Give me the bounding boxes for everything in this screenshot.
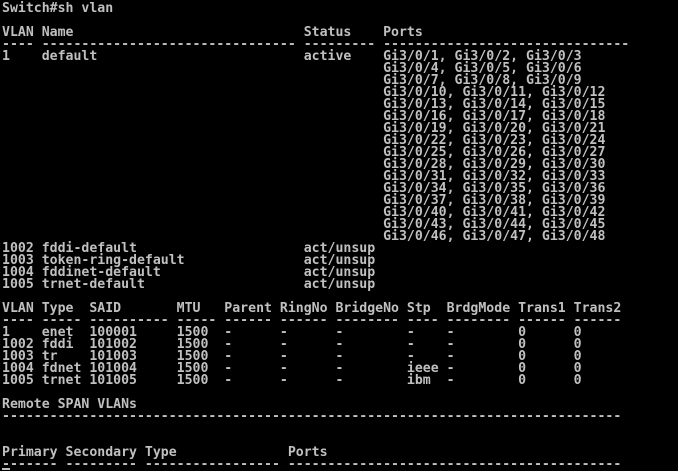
terminal-line: 1005 trnet 101005 1500 - - - ibm - 0 0 bbox=[2, 373, 582, 388]
terminal-line: ------- --------- ----------------- ----… bbox=[2, 457, 622, 471]
terminal-line: Switch#sh vlan bbox=[2, 1, 114, 16]
terminal-line: ----------------------------------------… bbox=[2, 409, 622, 424]
text-cursor bbox=[2, 468, 10, 470]
terminal-line: 1005 trnet-default act/unsup bbox=[2, 277, 376, 292]
terminal-window[interactable]: Switch#sh vlan VLAN Name Status Ports --… bbox=[0, 0, 678, 471]
